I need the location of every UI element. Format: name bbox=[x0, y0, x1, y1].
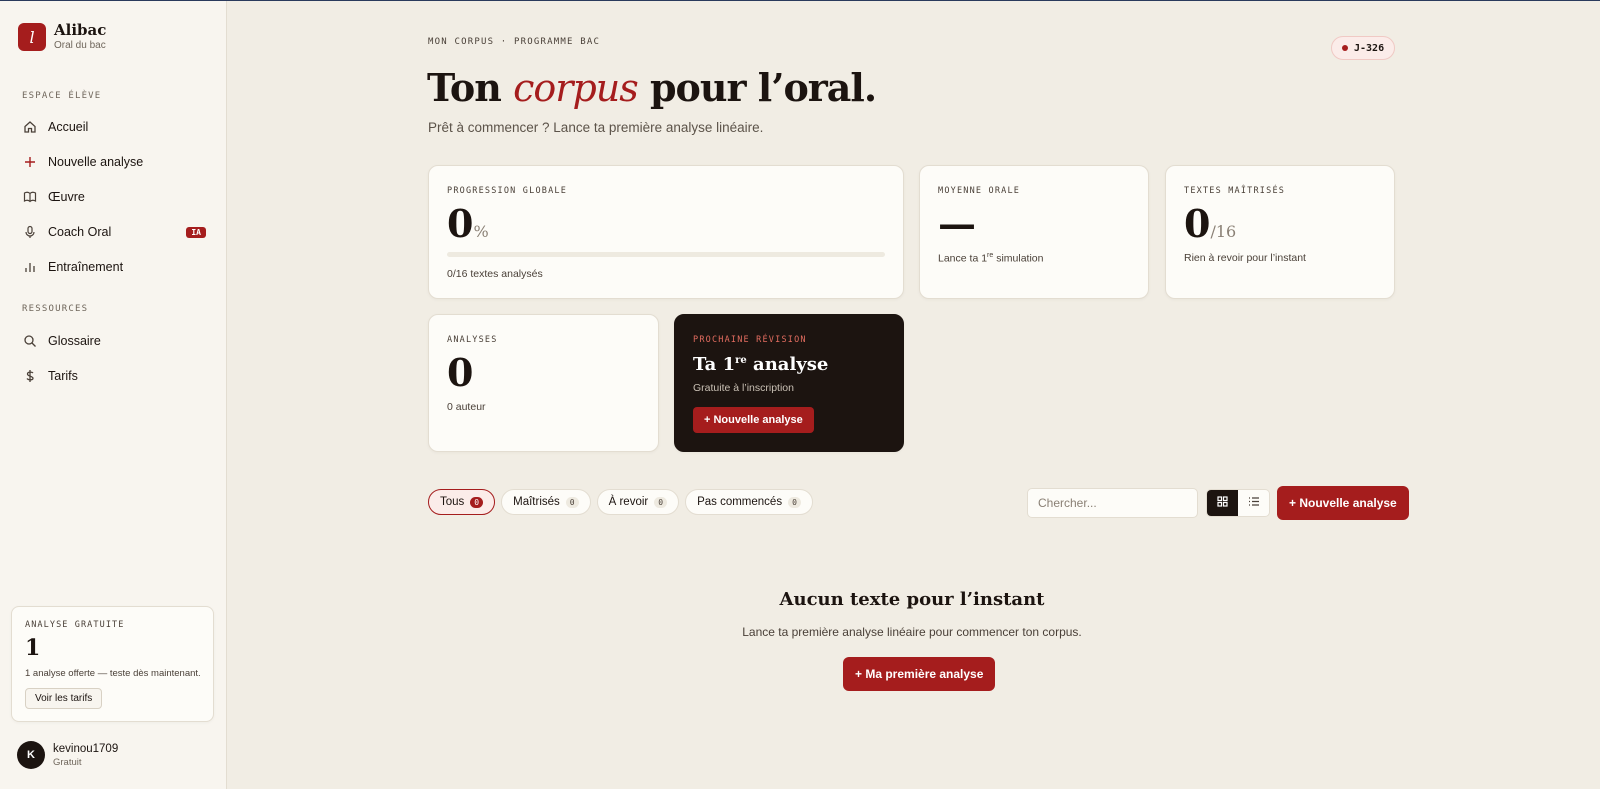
view-toggle bbox=[1206, 489, 1270, 517]
average-caption: Lance ta 1re simulation bbox=[938, 252, 1044, 265]
book-icon bbox=[22, 189, 38, 205]
sidebar-item-label: Glossaire bbox=[48, 334, 101, 348]
brand[interactable]: l Alibac Oral du bac bbox=[18, 22, 106, 52]
user-plan: Gratuit bbox=[53, 756, 82, 768]
mastered-caption: Rien à revoir pour l’instant bbox=[1184, 252, 1306, 264]
sidebar-item-coach-oral[interactable]: Coach Oral IA bbox=[22, 220, 206, 244]
search-icon bbox=[22, 333, 38, 349]
sidebar-item-oeuvre[interactable]: Œuvre bbox=[22, 185, 206, 209]
free-analysis-card: ANALYSE GRATUITE 1 1 analyse offerte — t… bbox=[11, 606, 214, 722]
sidebar-item-label: Coach Oral bbox=[48, 225, 112, 239]
next-revision-card: PROCHAINE RÉVISION Ta 1re analyse Gratui… bbox=[674, 314, 904, 452]
filter-tabs: Tous 0 Maîtrisés 0 À revoir 0 Pas commen… bbox=[428, 489, 819, 515]
section-label-resources: RESSOURCES bbox=[22, 304, 89, 314]
ia-badge: IA bbox=[186, 226, 206, 238]
page-subtitle: Prêt à commencer ? Lance ta première ana… bbox=[428, 120, 764, 135]
list-icon bbox=[1248, 494, 1260, 512]
progress-card: PROGRESSION GLOBALE 0% 0/16 textes analy… bbox=[428, 165, 904, 299]
view-pricing-button[interactable]: Voir les tarifs bbox=[25, 688, 103, 709]
search-input[interactable] bbox=[1027, 488, 1198, 518]
filter-count: 0 bbox=[470, 496, 484, 508]
page-eyebrow: MON CORPUS · PROGRAMME BAC bbox=[428, 37, 601, 47]
next-revision-new-analysis-button[interactable]: + Nouvelle analyse bbox=[693, 407, 814, 433]
title-after: pour l’oral. bbox=[637, 65, 877, 110]
brand-subtitle: Oral du bac bbox=[54, 40, 106, 51]
average-label: MOYENNE ORALE bbox=[938, 186, 1021, 196]
sidebar-item-label: Œuvre bbox=[48, 190, 85, 204]
filter-not-started[interactable]: Pas commencés 0 bbox=[685, 489, 813, 515]
analyses-card: ANALYSES 0 0 auteur bbox=[428, 314, 659, 452]
mastered-total: /16 bbox=[1210, 222, 1237, 241]
progress-value: 0% bbox=[447, 201, 489, 246]
bar-chart-icon bbox=[22, 259, 38, 275]
empty-state-title: Aucun texte pour l’instant bbox=[779, 589, 1045, 610]
next-revision-label: PROCHAINE RÉVISION bbox=[693, 335, 807, 345]
user-name: kevinou1709 bbox=[53, 742, 119, 755]
status-dot-icon bbox=[1342, 45, 1348, 51]
average-value: — bbox=[938, 201, 976, 246]
filter-to-review[interactable]: À revoir 0 bbox=[596, 489, 680, 515]
filter-count: 0 bbox=[788, 496, 801, 508]
sidebar-item-label: Entraînement bbox=[48, 260, 124, 274]
analyses-caption: 0 auteur bbox=[447, 401, 486, 413]
next-revision-subtitle: Gratuite à l’inscription bbox=[693, 382, 794, 394]
first-analysis-button[interactable]: + Ma première analyse bbox=[843, 657, 996, 691]
plus-icon bbox=[22, 154, 38, 170]
progress-label: PROGRESSION GLOBALE bbox=[447, 186, 568, 196]
analyses-label: ANALYSES bbox=[447, 335, 498, 345]
empty-state-description: Lance ta première analyse linéaire pour … bbox=[742, 625, 1082, 639]
avatar: K bbox=[17, 741, 45, 769]
filter-count: 0 bbox=[654, 496, 668, 508]
filter-label: À revoir bbox=[608, 496, 649, 508]
dollar-icon bbox=[22, 368, 38, 384]
section-label-student: ESPACE ÉLÈVE bbox=[22, 91, 102, 101]
title-accent: corpus bbox=[513, 66, 639, 110]
sidebar: l Alibac Oral du bac ESPACE ÉLÈVE Accuei… bbox=[0, 1, 227, 789]
filter-mastered[interactable]: Maîtrisés 0 bbox=[501, 489, 591, 515]
mastered-label: TEXTES MAÎTRISÉS bbox=[1184, 186, 1286, 196]
free-card-description: 1 analyse offerte — teste dès maintenant… bbox=[25, 668, 201, 679]
new-analysis-button[interactable]: + Nouvelle analyse bbox=[1277, 486, 1409, 520]
sidebar-item-entrainement[interactable]: Entraînement bbox=[22, 255, 206, 279]
progress-bar bbox=[447, 252, 885, 257]
progress-unit: % bbox=[473, 222, 489, 241]
sidebar-item-label: Nouvelle analyse bbox=[48, 155, 144, 169]
brand-name: Alibac bbox=[54, 21, 107, 39]
home-icon bbox=[22, 119, 38, 135]
sidebar-item-glossaire[interactable]: Glossaire bbox=[22, 329, 206, 353]
filter-label: Maîtrisés bbox=[513, 496, 560, 508]
mastered-value: 0/16 bbox=[1184, 201, 1237, 246]
filter-label: Pas commencés bbox=[697, 496, 783, 508]
user-profile[interactable]: K kevinou1709 Gratuit bbox=[17, 741, 118, 769]
list-view-button[interactable] bbox=[1238, 490, 1269, 516]
filter-all[interactable]: Tous 0 bbox=[428, 489, 496, 515]
sidebar-item-tarifs[interactable]: Tarifs bbox=[22, 364, 206, 388]
page-title: Ton corpus pour l’oral. bbox=[427, 65, 877, 110]
countdown-text: J-326 bbox=[1354, 42, 1385, 54]
countdown-badge: J-326 bbox=[1331, 36, 1396, 60]
title-before: Ton bbox=[427, 65, 514, 110]
grid-icon bbox=[1217, 494, 1228, 512]
filter-label: Tous bbox=[440, 496, 465, 508]
filter-count: 0 bbox=[565, 496, 579, 508]
sidebar-item-label: Tarifs bbox=[48, 369, 78, 383]
progress-caption: 0/16 textes analysés bbox=[447, 268, 543, 280]
brand-logo: l bbox=[18, 23, 46, 51]
grid-view-button[interactable] bbox=[1207, 490, 1238, 516]
sidebar-item-label: Accueil bbox=[48, 120, 89, 134]
sidebar-item-accueil[interactable]: Accueil bbox=[22, 115, 206, 139]
analyses-value: 0 bbox=[447, 350, 474, 395]
next-revision-title: Ta 1re analyse bbox=[693, 354, 829, 375]
mic-icon bbox=[22, 224, 38, 240]
average-card: MOYENNE ORALE — Lance ta 1re simulation bbox=[919, 165, 1149, 299]
mastered-card: TEXTES MAÎTRISÉS 0/16 Rien à revoir pour… bbox=[1165, 165, 1395, 299]
sidebar-item-nouvelle-analyse[interactable]: Nouvelle analyse bbox=[22, 150, 206, 174]
